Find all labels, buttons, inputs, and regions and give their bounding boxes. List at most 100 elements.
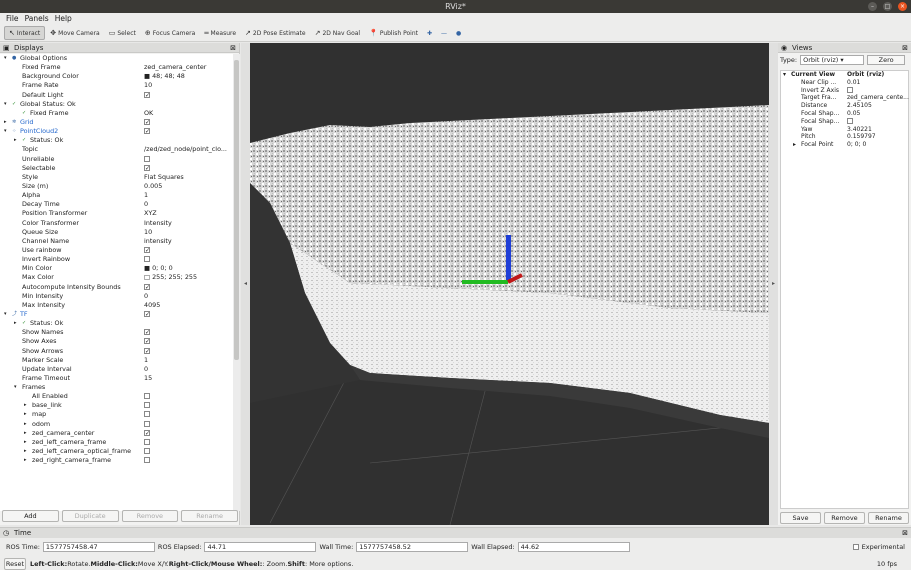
expand-arrow-icon[interactable]: ▾ xyxy=(4,100,7,109)
display-row[interactable]: ▾ ● Global Options xyxy=(0,54,233,63)
checkbox[interactable] xyxy=(144,457,150,464)
display-row[interactable]: ▸ zed_right_camera_frame xyxy=(0,456,233,465)
display-row-value[interactable]: ✓ xyxy=(144,118,232,127)
display-row[interactable]: Max Intensity 4095 xyxy=(0,301,233,310)
display-row-value[interactable]: ✓ xyxy=(144,347,232,356)
view-type-select[interactable]: Orbit (rviz) ▾ xyxy=(800,54,865,65)
add-tool-icon[interactable]: ✚ xyxy=(423,26,436,40)
display-row[interactable]: Position Transformer XYZ xyxy=(0,209,233,218)
display-row[interactable]: Invert Rainbow xyxy=(0,255,233,264)
display-row-value[interactable]: ✓ xyxy=(144,310,232,319)
checkbox[interactable]: ✓ xyxy=(144,91,150,98)
view-property-row[interactable]: ▸ Focal Point 0; 0; 0 xyxy=(781,141,908,149)
tool-interact[interactable]: ↖ Interact xyxy=(4,26,46,40)
ros-time-field[interactable]: 1577757458.47 xyxy=(42,542,155,552)
view-property-row[interactable]: Yaw 3.40221 xyxy=(781,126,908,134)
experimental-checkbox[interactable] xyxy=(852,544,859,550)
display-row-value[interactable]: ✓ xyxy=(144,164,232,173)
display-row[interactable]: Background Color ■ 48; 48; 48 xyxy=(0,72,233,81)
display-row[interactable]: All Enabled xyxy=(0,392,233,401)
view-property-value[interactable] xyxy=(847,87,909,94)
display-row[interactable]: Marker Scale 1 xyxy=(0,356,233,365)
checkbox[interactable]: ✓ xyxy=(144,164,150,171)
expand-arrow-icon[interactable]: ▾ xyxy=(4,54,7,63)
checkbox[interactable] xyxy=(144,438,150,445)
expand-arrow-icon[interactable]: ▸ xyxy=(14,136,17,145)
expand-arrow-icon[interactable]: ▸ xyxy=(14,319,17,328)
view-property-row[interactable]: Near Clip ... 0.01 xyxy=(781,79,908,87)
display-row[interactable]: ▸ ✓ Status: Ok xyxy=(0,319,233,328)
display-row[interactable]: ▸ odom xyxy=(0,420,233,429)
display-row[interactable]: ▾ Frames xyxy=(0,383,233,392)
expand-arrow-icon[interactable]: ▾ xyxy=(783,71,786,78)
display-row[interactable]: ✓ Fixed Frame OK xyxy=(0,109,233,118)
expand-arrow-icon[interactable]: ▸ xyxy=(24,429,27,438)
left-splitter-handle[interactable]: ◂ xyxy=(241,43,250,525)
views-tree[interactable]: ▾ Current View Orbit (rviz) Near Clip ..… xyxy=(780,70,909,509)
display-row-value[interactable] xyxy=(144,456,232,465)
wall-elapsed-field[interactable]: 44.62 xyxy=(517,542,630,552)
menu-panels[interactable]: Panels xyxy=(25,13,49,25)
display-row-value[interactable] xyxy=(144,155,232,164)
expand-arrow-icon[interactable]: ▸ xyxy=(24,420,27,429)
dot-icon[interactable]: ● xyxy=(452,26,465,40)
expand-arrow-icon[interactable]: ▸ xyxy=(24,401,27,410)
expand-arrow-icon[interactable]: ▸ xyxy=(24,438,27,447)
display-row[interactable]: Queue Size 10 xyxy=(0,228,233,237)
tool-focus-camera[interactable]: ⊕ Focus Camera xyxy=(141,26,199,40)
view-property-row[interactable]: Invert Z Axis xyxy=(781,87,908,95)
current-view-row[interactable]: ▾ Current View Orbit (rviz) xyxy=(781,71,908,79)
checkbox[interactable]: ✓ xyxy=(144,283,150,290)
display-row[interactable]: Decay Time 0 xyxy=(0,200,233,209)
display-row[interactable]: ▾ ⁘ PointCloud2 ✓ xyxy=(0,127,233,136)
remove-view-button[interactable]: Remove xyxy=(824,512,865,524)
experimental-toggle[interactable]: Experimental xyxy=(852,543,905,551)
checkbox[interactable] xyxy=(144,402,150,409)
close-panel-icon[interactable]: ⊠ xyxy=(230,43,236,53)
display-row-value[interactable]: ✓ xyxy=(144,337,232,346)
display-row-value[interactable] xyxy=(144,255,232,264)
checkbox[interactable] xyxy=(144,420,150,427)
display-row[interactable]: Fixed Frame zed_camera_center xyxy=(0,63,233,72)
close-panel-icon[interactable]: ⊠ xyxy=(902,43,908,53)
expand-arrow-icon[interactable]: ▸ xyxy=(24,410,27,419)
reset-button[interactable]: Reset xyxy=(4,558,26,570)
display-row[interactable]: ▸ map xyxy=(0,410,233,419)
display-row[interactable]: Show Names ✓ xyxy=(0,328,233,337)
display-row[interactable]: Channel Name intensity xyxy=(0,237,233,246)
display-row[interactable]: ▸ zed_left_camera_optical_frame xyxy=(0,447,233,456)
display-row[interactable]: ▸ base_link xyxy=(0,401,233,410)
3d-render-viewport[interactable] xyxy=(250,43,769,525)
display-row[interactable]: Min Intensity 0 xyxy=(0,292,233,301)
display-row[interactable]: Topic/zed/zed_node/point_clo... xyxy=(0,145,233,154)
close-panel-icon[interactable]: ⊠ xyxy=(902,528,908,538)
checkbox[interactable] xyxy=(847,87,853,94)
display-row[interactable]: ▸ zed_left_camera_frame xyxy=(0,438,233,447)
tool-measure[interactable]: ═ Measure xyxy=(200,26,240,40)
displays-tree[interactable]: ▾ ● Global Options Fixed Frame zed_camera_ce… xyxy=(0,54,233,511)
checkbox[interactable] xyxy=(847,118,853,125)
add-display-button[interactable]: Add xyxy=(2,510,59,522)
display-row[interactable]: Size (m) 0.005 xyxy=(0,182,233,191)
tool-select[interactable]: ▭ Select xyxy=(105,26,140,40)
display-row[interactable]: Frame Timeout 15 xyxy=(0,374,233,383)
maximize-button[interactable]: □ xyxy=(883,2,892,11)
view-property-value[interactable] xyxy=(847,118,909,125)
display-row-value[interactable]: ✓ xyxy=(144,246,232,255)
close-button[interactable]: × xyxy=(898,2,907,11)
checkbox[interactable]: ✓ xyxy=(144,347,150,354)
checkbox[interactable]: ✓ xyxy=(144,128,150,135)
display-row[interactable]: Show Axes ✓ xyxy=(0,337,233,346)
display-row[interactable]: ▸ zed_camera_center ✓ xyxy=(0,429,233,438)
tool-2d-nav-goal[interactable]: ↗ 2D Nav Goal xyxy=(311,26,365,40)
display-row[interactable]: Alpha 1 xyxy=(0,191,233,200)
view-property-row[interactable]: Target Fra... zed_camera_cente... xyxy=(781,94,909,102)
display-row[interactable]: ▾ ✓ Global Status: Ok xyxy=(0,100,233,109)
display-row-value[interactable]: ✓ xyxy=(144,91,232,100)
checkbox[interactable]: ✓ xyxy=(144,310,150,317)
view-property-row[interactable]: Distance 2.45105 xyxy=(781,102,908,110)
display-row[interactable]: ▾ ⤴ TF ✓ xyxy=(0,310,233,319)
display-row-value[interactable]: ✓ xyxy=(144,328,232,337)
display-row-value[interactable] xyxy=(144,410,232,419)
view-property-row[interactable]: Pitch 0.159797 xyxy=(781,133,908,141)
